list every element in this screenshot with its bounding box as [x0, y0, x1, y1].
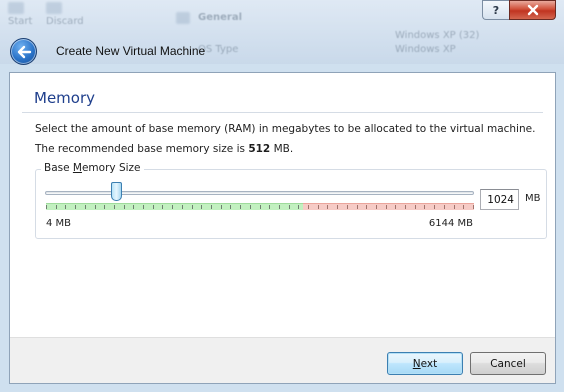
- back-button[interactable]: [10, 38, 37, 65]
- background-text: General: [198, 12, 242, 23]
- excessive-range-band: [303, 203, 474, 210]
- caption-buttons: ?: [482, 0, 556, 20]
- scale-tick: [46, 205, 47, 209]
- scale-tick: [95, 205, 96, 209]
- scale-tick: [415, 205, 416, 209]
- recommended-value: 512: [248, 143, 271, 155]
- background-icon: [176, 12, 190, 24]
- scale-tick: [269, 205, 270, 209]
- scale-tick: [250, 205, 251, 209]
- scale-tick: [162, 205, 163, 209]
- scale-tick: [395, 205, 396, 209]
- wizard-panel: Memory Select the amount of base memory …: [9, 72, 556, 384]
- scale-tick: [85, 205, 86, 209]
- back-arrow-icon: [17, 45, 31, 58]
- scale-tick: [444, 205, 445, 209]
- memory-slider-track[interactable]: [45, 191, 474, 195]
- scale-tick: [201, 205, 202, 209]
- wizard-titlebar: Create New Virtual Machine: [0, 30, 564, 72]
- scale-tick: [357, 205, 358, 209]
- memory-size-input[interactable]: [480, 189, 519, 210]
- scale-tick: [56, 205, 57, 209]
- scale-tick: [114, 205, 115, 209]
- scale-tick: [192, 205, 193, 209]
- scale-tick: [376, 205, 377, 209]
- groupbox-label-start: Base: [44, 162, 73, 174]
- memory-scale: [46, 203, 474, 210]
- scale-tick: [318, 205, 319, 209]
- range-max-label: 6144 MB: [428, 218, 473, 229]
- groupbox-label-end: emory Size: [81, 162, 141, 174]
- scale-tick: [153, 205, 154, 209]
- cancel-button[interactable]: Cancel: [470, 352, 546, 375]
- scale-tick: [124, 205, 125, 209]
- background-text: Discard: [46, 16, 84, 27]
- next-button-label: ext: [420, 357, 438, 370]
- scale-tick: [327, 205, 328, 209]
- scale-tick: [347, 205, 348, 209]
- description-text: Select the amount of base memory (RAM) i…: [35, 123, 536, 135]
- recommendation-text: The recommended base memory size is 512 …: [35, 143, 293, 155]
- scale-tick: [308, 205, 309, 209]
- scale-tick: [211, 205, 212, 209]
- scale-tick: [279, 205, 280, 209]
- next-button-mnemonic: N: [412, 357, 421, 370]
- scale-tick: [133, 205, 134, 209]
- background-icon: [46, 2, 62, 14]
- heading-divider: [22, 112, 543, 113]
- scale-tick: [260, 205, 261, 209]
- scale-tick: [182, 205, 183, 209]
- window-title: Create New Virtual Machine: [56, 44, 206, 58]
- background-text: Start: [8, 16, 33, 27]
- scale-tick: [454, 205, 455, 209]
- scale-tick: [366, 205, 367, 209]
- wizard-content: Memory Select the amount of base memory …: [10, 73, 555, 337]
- help-button[interactable]: ?: [482, 0, 509, 20]
- base-memory-groupbox: Base Memory Size 4 MB 6144 MB MB: [35, 162, 547, 239]
- scale-tick: [424, 205, 425, 209]
- scale-tick: [240, 205, 241, 209]
- close-icon: [527, 4, 538, 16]
- scale-tick: [405, 205, 406, 209]
- scale-tick: [473, 205, 474, 209]
- scale-tick: [104, 205, 105, 209]
- scale-tick: [337, 205, 338, 209]
- wizard-footer: Next Cancel: [10, 337, 555, 383]
- recommendation-prefix: The recommended base memory size is: [35, 143, 249, 155]
- scale-tick: [65, 205, 66, 209]
- scale-tick: [298, 205, 299, 209]
- memory-slider-thumb[interactable]: [111, 182, 122, 201]
- scale-tick: [463, 205, 464, 209]
- help-icon: ?: [492, 3, 500, 17]
- groupbox-label-mnemonic: M: [72, 162, 82, 174]
- memory-unit-label: MB: [525, 193, 541, 204]
- groupbox-label: Base Memory Size: [41, 162, 144, 174]
- scale-tick: [289, 205, 290, 209]
- scale-tick: [75, 205, 76, 209]
- scale-tick: [434, 205, 435, 209]
- scale-tick: [143, 205, 144, 209]
- background-icon: [8, 2, 24, 14]
- scale-tick: [221, 205, 222, 209]
- scale-tick: [172, 205, 173, 209]
- close-button[interactable]: [509, 0, 556, 20]
- next-button[interactable]: Next: [387, 352, 463, 375]
- scale-tick: [230, 205, 231, 209]
- recommendation-suffix: MB.: [270, 143, 294, 155]
- page-heading: Memory: [34, 89, 96, 107]
- scale-tick: [386, 205, 387, 209]
- range-min-label: 4 MB: [46, 218, 72, 229]
